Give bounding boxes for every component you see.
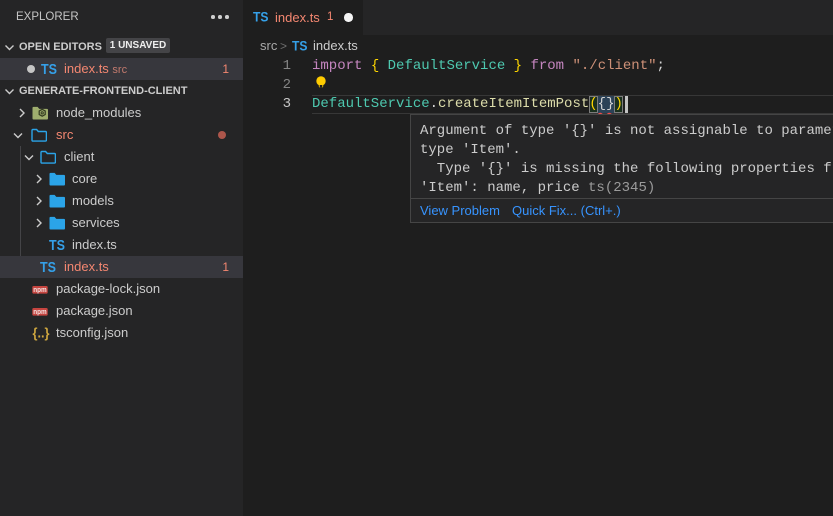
svg-text:{..}: {..} — [33, 326, 51, 341]
svg-text:npm: npm — [33, 285, 47, 294]
svg-text:TS: TS — [40, 260, 56, 275]
svg-text:TS: TS — [41, 62, 57, 77]
svg-text:TS: TS — [49, 238, 65, 253]
svg-text:TS: TS — [253, 10, 269, 25]
svg-text:npm: npm — [33, 307, 47, 316]
svg-text:TS: TS — [292, 39, 308, 54]
